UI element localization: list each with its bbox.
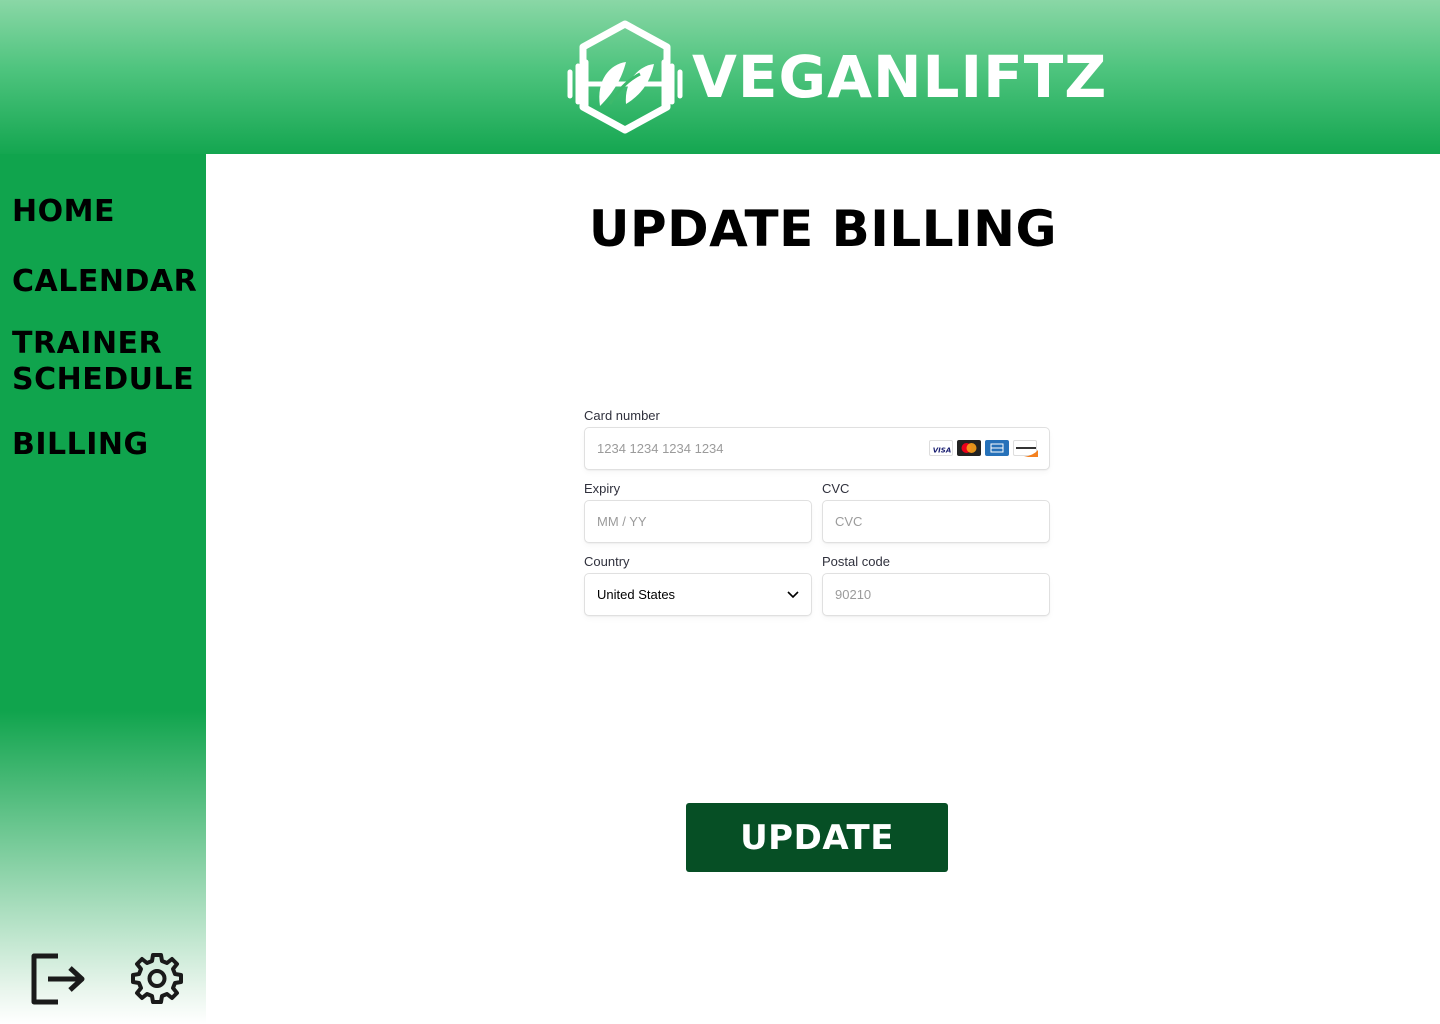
country-select[interactable]: United States [584, 573, 812, 616]
cvc-input[interactable] [822, 500, 1050, 543]
country-label: Country [584, 554, 630, 569]
country-value: United States [597, 587, 676, 602]
page-title: UPDATE BILLING [588, 200, 1058, 258]
brand[interactable]: VEGANLIFTZ [566, 20, 1107, 134]
logout-icon[interactable] [28, 952, 88, 1006]
card-brand-logos: VISA [929, 440, 1038, 457]
expiry-input[interactable] [584, 500, 812, 543]
amex-icon [985, 440, 1009, 456]
sidebar-item-home[interactable]: HOME [12, 194, 115, 230]
settings-icon[interactable] [131, 952, 183, 1004]
discover-icon [1013, 440, 1038, 457]
card-number-label: Card number [584, 408, 660, 423]
update-button[interactable]: UPDATE [686, 803, 948, 872]
svg-text:VISA: VISA [933, 447, 951, 455]
postal-code-label: Postal code [822, 554, 890, 569]
visa-icon: VISA [929, 440, 953, 456]
barbell-leaf-hexagon-icon [567, 20, 683, 134]
header: VEGANLIFTZ [0, 0, 1440, 154]
sidebar-item-trainer-schedule[interactable]: TRAINER SCHEDULE [12, 326, 202, 398]
sidebar-item-billing[interactable]: BILLING [12, 427, 149, 463]
postal-code-input[interactable] [822, 573, 1050, 616]
sidebar-item-calendar[interactable]: CALENDAR [12, 264, 197, 300]
expiry-label: Expiry [584, 481, 621, 496]
mastercard-icon [957, 440, 981, 456]
chevron-down-icon [787, 590, 799, 598]
brand-name: VEGANLIFTZ [692, 43, 1108, 111]
cvc-label: CVC [822, 481, 850, 496]
